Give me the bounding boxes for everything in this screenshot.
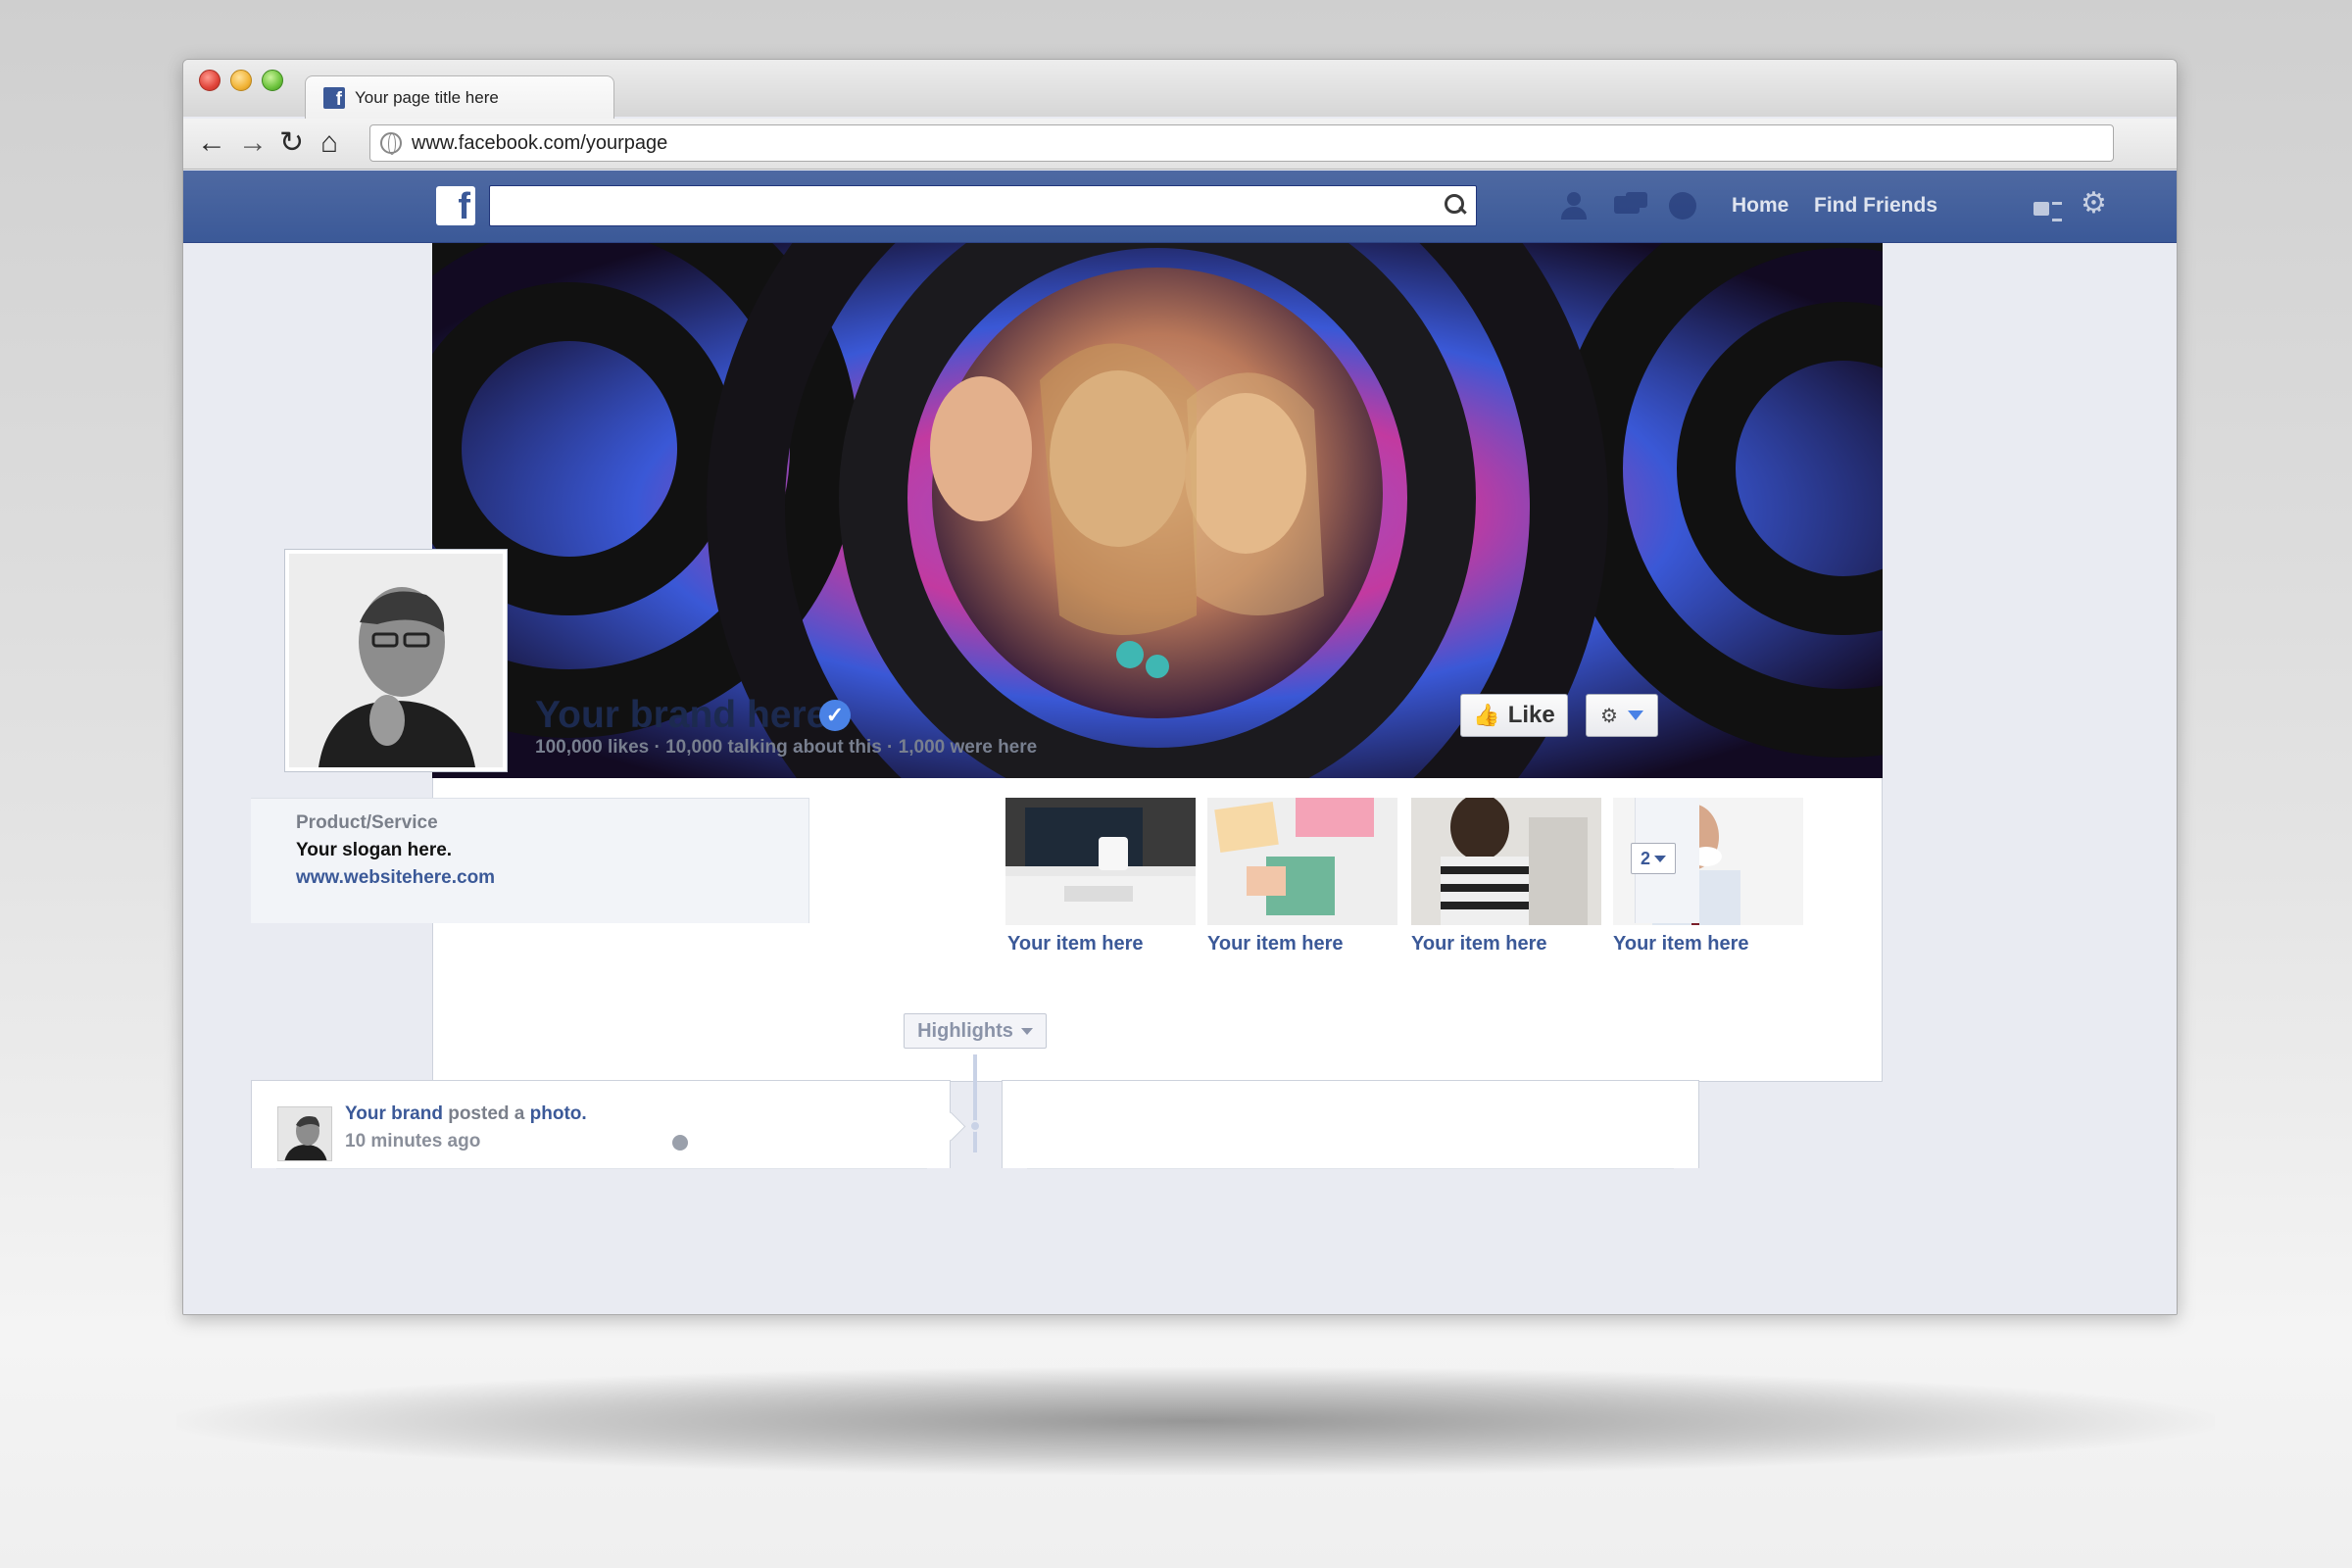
tab-title: Your page title here [355, 87, 499, 107]
privacy-shortcuts-icon[interactable] [2034, 194, 2063, 221]
minimize-window-button[interactable] [230, 70, 252, 91]
chevron-down-icon [1020, 1027, 1033, 1035]
floor-shadow [176, 1367, 2215, 1475]
post-author-link[interactable]: Your brand [345, 1103, 443, 1124]
page-name: Your brand here [535, 694, 828, 736]
reload-icon[interactable]: ↻ [279, 126, 304, 160]
arrow-left-icon[interactable]: ← [197, 126, 226, 160]
chevron-down-icon [1654, 855, 1666, 862]
zoom-window-button[interactable] [262, 70, 283, 91]
facebook-blue-bar: f Home Find Friends ⚙ [183, 171, 2177, 243]
gear-icon: ⚙ [1600, 705, 1618, 727]
highlights-dropdown[interactable]: Highlights [904, 1013, 1047, 1049]
post-header: Your brand posted a photo. [345, 1103, 587, 1125]
post-timestamp[interactable]: 10 minutes ago [345, 1131, 480, 1152]
facebook-search-input[interactable] [489, 185, 1477, 226]
globe-icon [380, 132, 402, 155]
post-divider [276, 1168, 927, 1169]
app-tile-1[interactable] [1005, 798, 1196, 925]
highlights-label: Highlights [917, 1019, 1013, 1042]
apps-more-count: 2 [1640, 848, 1650, 868]
messages-icon[interactable] [1612, 190, 1647, 221]
page-stats: 100,000 likes · 10,000 talking about thi… [535, 737, 1038, 758]
facebook-logo[interactable]: f [436, 186, 475, 225]
address-bar[interactable]: www.facebook.com/yourpage [369, 124, 2114, 162]
facebook-favicon-icon: f [323, 86, 345, 109]
search-icon[interactable] [1445, 194, 1466, 216]
timeline-spine [973, 1054, 977, 1152]
post-divider-right [1027, 1168, 1674, 1169]
arrow-right-icon[interactable]: → [238, 126, 268, 160]
globe-icon [672, 1135, 688, 1151]
timeline-post-right [1002, 1080, 1699, 1168]
home-icon[interactable]: ⌂ [320, 126, 338, 160]
like-button-label: Like [1507, 702, 1555, 728]
close-window-button[interactable] [199, 70, 220, 91]
post-object-link[interactable]: photo. [530, 1103, 587, 1124]
post-author-avatar[interactable] [277, 1106, 332, 1161]
post-action: posted a [442, 1103, 530, 1124]
like-button[interactable]: 👍 Like [1460, 694, 1568, 737]
url-text[interactable]: www.facebook.com/yourpage [412, 132, 667, 155]
page-options-button[interactable]: ⚙ [1586, 694, 1658, 737]
page-slogan: Your slogan here. [296, 840, 453, 860]
browser-titlebar: f Your page title here [183, 60, 2177, 119]
browser-toolbar: ← → ↻ ⌂ www.facebook.com/yourpage [183, 119, 2177, 170]
gear-icon[interactable]: ⚙ [2081, 186, 2107, 220]
app-label-1[interactable]: Your item here [1007, 933, 1144, 956]
page-category: Product/Service [296, 812, 438, 833]
app-label-3[interactable]: Your item here [1411, 933, 1547, 956]
about-section: Product/Service Your slogan here. www.we… [251, 798, 809, 923]
friend-requests-icon[interactable] [1559, 190, 1594, 221]
verified-badge-icon: ✓ [819, 700, 851, 731]
app-tile-2[interactable] [1207, 798, 1397, 925]
app-label-4[interactable]: Your item here [1613, 933, 1749, 956]
profile-picture[interactable] [284, 549, 508, 772]
notifications-icon[interactable] [1665, 190, 1700, 221]
app-label-2[interactable]: Your item here [1207, 933, 1344, 956]
chevron-down-icon [1627, 710, 1643, 720]
app-tile-3[interactable] [1411, 798, 1601, 925]
thumbs-up-icon: 👍 [1473, 703, 1500, 727]
timeline-dot [969, 1120, 981, 1132]
browser-tab[interactable]: f Your page title here [305, 75, 614, 119]
home-link[interactable]: Home [1732, 194, 1788, 218]
website-link[interactable]: www.websitehere.com [296, 867, 495, 889]
apps-more-button[interactable]: 2 [1631, 843, 1676, 874]
find-friends-link[interactable]: Find Friends [1814, 194, 1937, 218]
